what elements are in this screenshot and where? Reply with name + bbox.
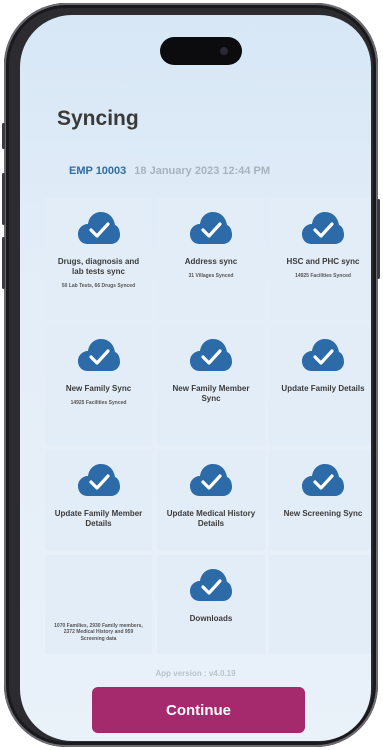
employee-id: EMP 10003	[69, 165, 127, 177]
power-button	[377, 199, 380, 279]
cloud-check-icon	[77, 464, 120, 496]
tile-label: Downloads	[189, 614, 233, 623]
tile-drugs-sync: Drugs, diagnosis and lab tests sync 50 L…	[45, 198, 152, 320]
app-screen: Syncing EMP 10003 18 January 2023 12:44 P…	[20, 15, 371, 741]
tile-new-screening-sync: New Screening Sync	[269, 450, 371, 550]
tile-label: Drugs, diagnosis and lab tests sync	[57, 257, 140, 276]
volume-up-button	[2, 173, 5, 225]
cloud-check-icon	[190, 212, 232, 244]
volume-down-button	[2, 237, 5, 289]
tile-sub: 50 Lab Tests, 66 Drugs Synced	[61, 283, 136, 289]
tile-label: New Family Member Sync	[172, 384, 250, 403]
tile-sub: 14925 Facilities Synced	[70, 400, 127, 406]
tile-hsc-phc-sync: HSC and PHC sync 14925 Facilities Synced	[269, 198, 371, 320]
tile-new-family-member-sync: New Family Member Sync	[157, 325, 265, 445]
tile-empty	[269, 555, 371, 654]
tile-update-family-details: Update Family Details	[269, 325, 371, 445]
dynamic-island	[160, 37, 242, 65]
tile-summary: 1070 Families, 2930 Family members, 2372…	[45, 555, 152, 654]
tile-summary-text: 1070 Families, 2930 Family members, 2372…	[54, 622, 143, 642]
tile-label: HSC and PHC sync	[286, 257, 360, 266]
tile-sub: 14925 Facilities Synced	[295, 273, 351, 279]
tile-update-medical-history: Update Medical History Details	[157, 450, 265, 550]
tile-label: New Family Sync	[65, 384, 132, 393]
page-title: Syncing	[57, 107, 139, 130]
tile-label: Update Medical History Details	[166, 509, 256, 528]
tile-address-sync: Address sync 31 Villages Synced	[157, 198, 265, 320]
phone-frame: Syncing EMP 10003 18 January 2023 12:44 P…	[2, 3, 380, 747]
cloud-check-icon	[77, 212, 120, 244]
cloud-check-icon	[190, 464, 232, 496]
tile-label: Address sync	[184, 257, 238, 266]
action-button	[2, 123, 5, 149]
app-version: App version : v4.0.19	[155, 669, 236, 678]
tile-label: New Screening Sync	[283, 509, 363, 518]
sync-datetime: 18 January 2023 12:44 PM	[134, 165, 271, 177]
cloud-check-icon	[190, 569, 232, 601]
sync-grid: Drugs, diagnosis and lab tests sync 50 L…	[45, 198, 371, 654]
tile-new-family-sync: New Family Sync 14925 Facilities Synced	[45, 325, 152, 445]
cloud-check-icon	[77, 339, 120, 371]
cloud-check-icon	[302, 212, 344, 244]
tile-label: Update Family Details	[281, 384, 365, 393]
continue-button[interactable]: Continue	[92, 687, 305, 733]
cloud-check-icon	[302, 464, 344, 496]
sync-meta: EMP 10003 18 January 2023 12:44 PM	[69, 165, 270, 177]
tile-downloads: Downloads	[157, 555, 265, 654]
tile-sub: 31 Villages Synced	[188, 273, 234, 279]
tile-label: Update Family Member Details	[54, 509, 143, 528]
cloud-check-icon	[190, 339, 232, 371]
cloud-check-icon	[302, 339, 344, 371]
camera-icon	[220, 47, 228, 55]
tile-update-family-member-details: Update Family Member Details	[45, 450, 152, 550]
